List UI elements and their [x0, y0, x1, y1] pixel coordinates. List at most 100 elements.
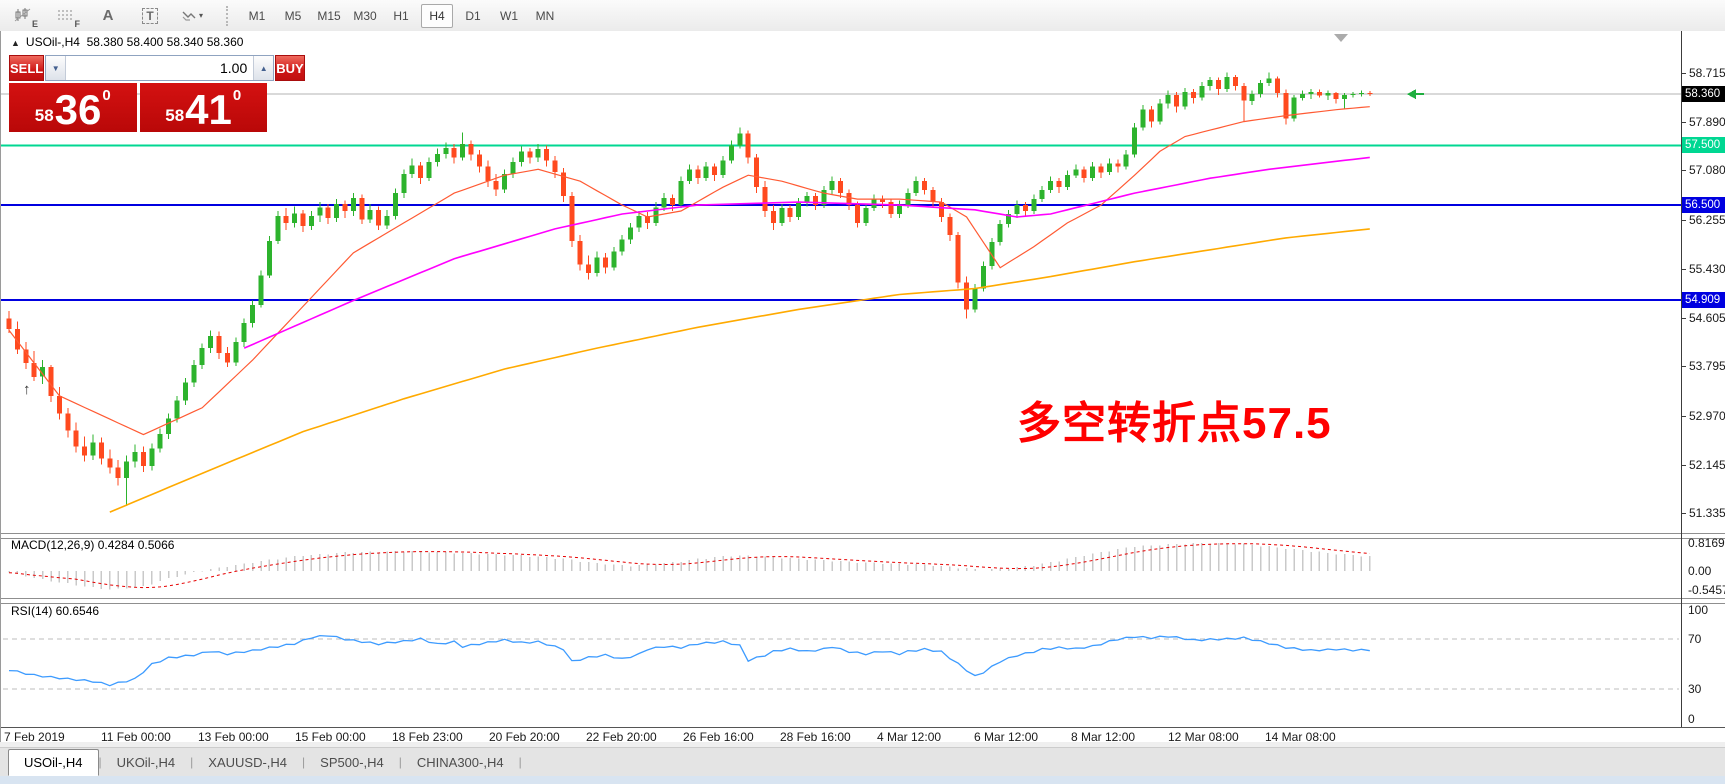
rsi-axis-label: 70	[1688, 632, 1701, 646]
price-tick-mark	[1681, 366, 1686, 367]
buy-price-big: 41	[185, 90, 232, 130]
tab-USOil-,H4[interactable]: USOil-,H4	[8, 749, 99, 776]
price-axis-tick: 54.605	[1689, 311, 1725, 325]
rsi-axis-label: 0	[1688, 712, 1695, 726]
price-tick-mark	[1681, 416, 1686, 417]
chart-header: ▲ USOil-,H4 58.380 58.400 58.340 58.360	[11, 35, 243, 49]
trade-panel-prices: 58 36 0 58 41 0	[9, 83, 267, 132]
arrow-objects-icon[interactable]: ▾	[174, 3, 210, 29]
pane-separator-macd[interactable]	[1, 533, 1725, 539]
price-tick-mark	[1681, 465, 1686, 466]
price-tick-mark	[1681, 122, 1686, 123]
timeframe-M1[interactable]: M1	[241, 4, 273, 28]
chart-plot-area[interactable]	[1, 31, 1681, 727]
buy-button[interactable]: BUY	[275, 55, 304, 81]
text-label-icon[interactable]: A	[90, 3, 126, 29]
price-axis-tick: 57.080	[1689, 163, 1725, 177]
price-axis-tick: 58.715	[1689, 66, 1725, 80]
timeframe-H4[interactable]: H4	[421, 4, 453, 28]
volume-decrease-button[interactable]: ▼	[46, 56, 66, 80]
chart-window: ▲ USOil-,H4 58.380 58.400 58.340 58.360 S…	[0, 31, 1725, 742]
timeframe-M5[interactable]: M5	[277, 4, 309, 28]
timeframe-D1[interactable]: D1	[457, 4, 489, 28]
volume-input[interactable]	[66, 56, 253, 80]
sell-price-display[interactable]: 58 36 0	[9, 83, 137, 132]
icon-label: A	[103, 7, 114, 24]
zigzag-glyph	[181, 8, 197, 24]
toolbar-grip[interactable]	[226, 6, 229, 26]
volume-spinner: ▼ ▲	[45, 55, 274, 81]
ma-mid-line	[244, 157, 1370, 348]
icon-label: T	[142, 8, 157, 24]
tab-CHINA300-,H4[interactable]: CHINA300-,H4	[402, 752, 519, 774]
sell-button[interactable]: SELL	[9, 55, 44, 81]
chart-ohlc-label: 58.380 58.400 58.340 58.360	[87, 35, 244, 49]
buy-price-prefix: 58	[165, 106, 184, 126]
time-axis-border	[1, 727, 1725, 728]
macd-axis-label: 0.00	[1688, 564, 1711, 578]
macd-histogram	[9, 543, 1370, 590]
chart-objects-e-icon[interactable]: E	[6, 3, 42, 29]
sell-price-sup: 0	[102, 87, 110, 104]
mt4-terminal-window: E F A T ▾ M1M5M15M30H1H4D1W1MN	[0, 0, 1725, 784]
volume-increase-button[interactable]: ▲	[253, 56, 273, 80]
rsi-indicator-label: RSI(14) 60.6546	[11, 604, 99, 618]
ma-fast-line	[9, 107, 1370, 435]
one-click-trading-panel: SELL ▼ ▲ BUY 58 36 0 58 41 0	[9, 55, 267, 132]
timeframe-MN[interactable]: MN	[529, 4, 561, 28]
grid-f-icon[interactable]: F	[48, 3, 84, 29]
arrow-mark-annotation: ↑	[23, 381, 31, 398]
price-tick-mark	[1681, 220, 1686, 221]
sell-price-big: 36	[55, 90, 102, 130]
price-pointer-tail	[1416, 93, 1424, 95]
timeframe-M30[interactable]: M30	[349, 4, 381, 28]
chart-symbol-label: USOil-,H4	[26, 35, 80, 49]
price-axis-tick: 56.255	[1689, 213, 1725, 227]
dropdown-caret-icon: ▾	[199, 11, 203, 20]
price-axis-tick: 51.335	[1689, 506, 1725, 520]
rsi-axis-label: 30	[1688, 682, 1701, 696]
macd-indicator-label: MACD(12,26,9) 0.4284 0.5066	[11, 538, 174, 552]
text-box-icon[interactable]: T	[132, 3, 168, 29]
tab-divider: |	[519, 755, 522, 769]
price-axis-border	[1681, 31, 1682, 727]
buy-price-display[interactable]: 58 41 0	[140, 83, 268, 132]
price-axis-tick: 57.890	[1689, 115, 1725, 129]
rsi-axis-label: 100	[1688, 603, 1708, 617]
toolbar: E F A T ▾ M1M5M15M30H1H4D1W1MN	[0, 0, 1725, 32]
scroll-to-end-marker-icon[interactable]	[1334, 34, 1348, 42]
price-axis-tick: 53.795	[1689, 359, 1725, 373]
timeframe-H1[interactable]: H1	[385, 4, 417, 28]
price-tick-mark	[1681, 318, 1686, 319]
price-axis-tick: 52.970	[1689, 409, 1725, 423]
price-pointer-arrow-icon	[1407, 89, 1416, 99]
price-axis-tick: 55.430	[1689, 262, 1725, 276]
macd-axis-label: -0.5457	[1688, 583, 1725, 597]
icon-sub-label: F	[75, 19, 81, 29]
price-tick-mark	[1681, 73, 1686, 74]
ma-slow-line	[110, 229, 1370, 512]
price-tick-mark	[1681, 170, 1686, 171]
price-tick-mark	[1681, 513, 1686, 514]
tab-UKOil-,H4[interactable]: UKOil-,H4	[102, 752, 191, 774]
buy-price-sup: 0	[233, 87, 241, 104]
macd-axis-label: 0.8169	[1688, 536, 1725, 550]
grid-glyph	[57, 8, 75, 24]
chart-text-annotation: 多空转折点57.5	[1017, 387, 1332, 451]
status-strip	[0, 776, 1725, 784]
price-axis-tick: 52.145	[1689, 458, 1725, 472]
price-badge-58.360: 58.360	[1682, 86, 1725, 102]
tab-SP500-,H4[interactable]: SP500-,H4	[305, 752, 399, 774]
tab-XAUUSD-,H4[interactable]: XAUUSD-,H4	[193, 752, 302, 774]
pane-separator-rsi[interactable]	[1, 598, 1725, 604]
main-chart-svg	[1, 31, 1681, 727]
timeframe-W1[interactable]: W1	[493, 4, 525, 28]
collapse-trade-panel-icon[interactable]: ▲	[11, 38, 20, 48]
trade-panel-top-row: SELL ▼ ▲ BUY	[9, 55, 267, 81]
timeframe-group: M1M5M15M30H1H4D1W1MN	[239, 4, 563, 28]
chart-tabs-bar: USOil-,H4|UKOil-,H4|XAUUSD-,H4|SP500-,H4…	[0, 747, 1725, 776]
price-badge-57.500: 57.500	[1682, 137, 1725, 153]
icon-sub-label: E	[32, 19, 38, 29]
timeframe-M15[interactable]: M15	[313, 4, 345, 28]
price-badge-56.500: 56.500	[1682, 197, 1725, 213]
